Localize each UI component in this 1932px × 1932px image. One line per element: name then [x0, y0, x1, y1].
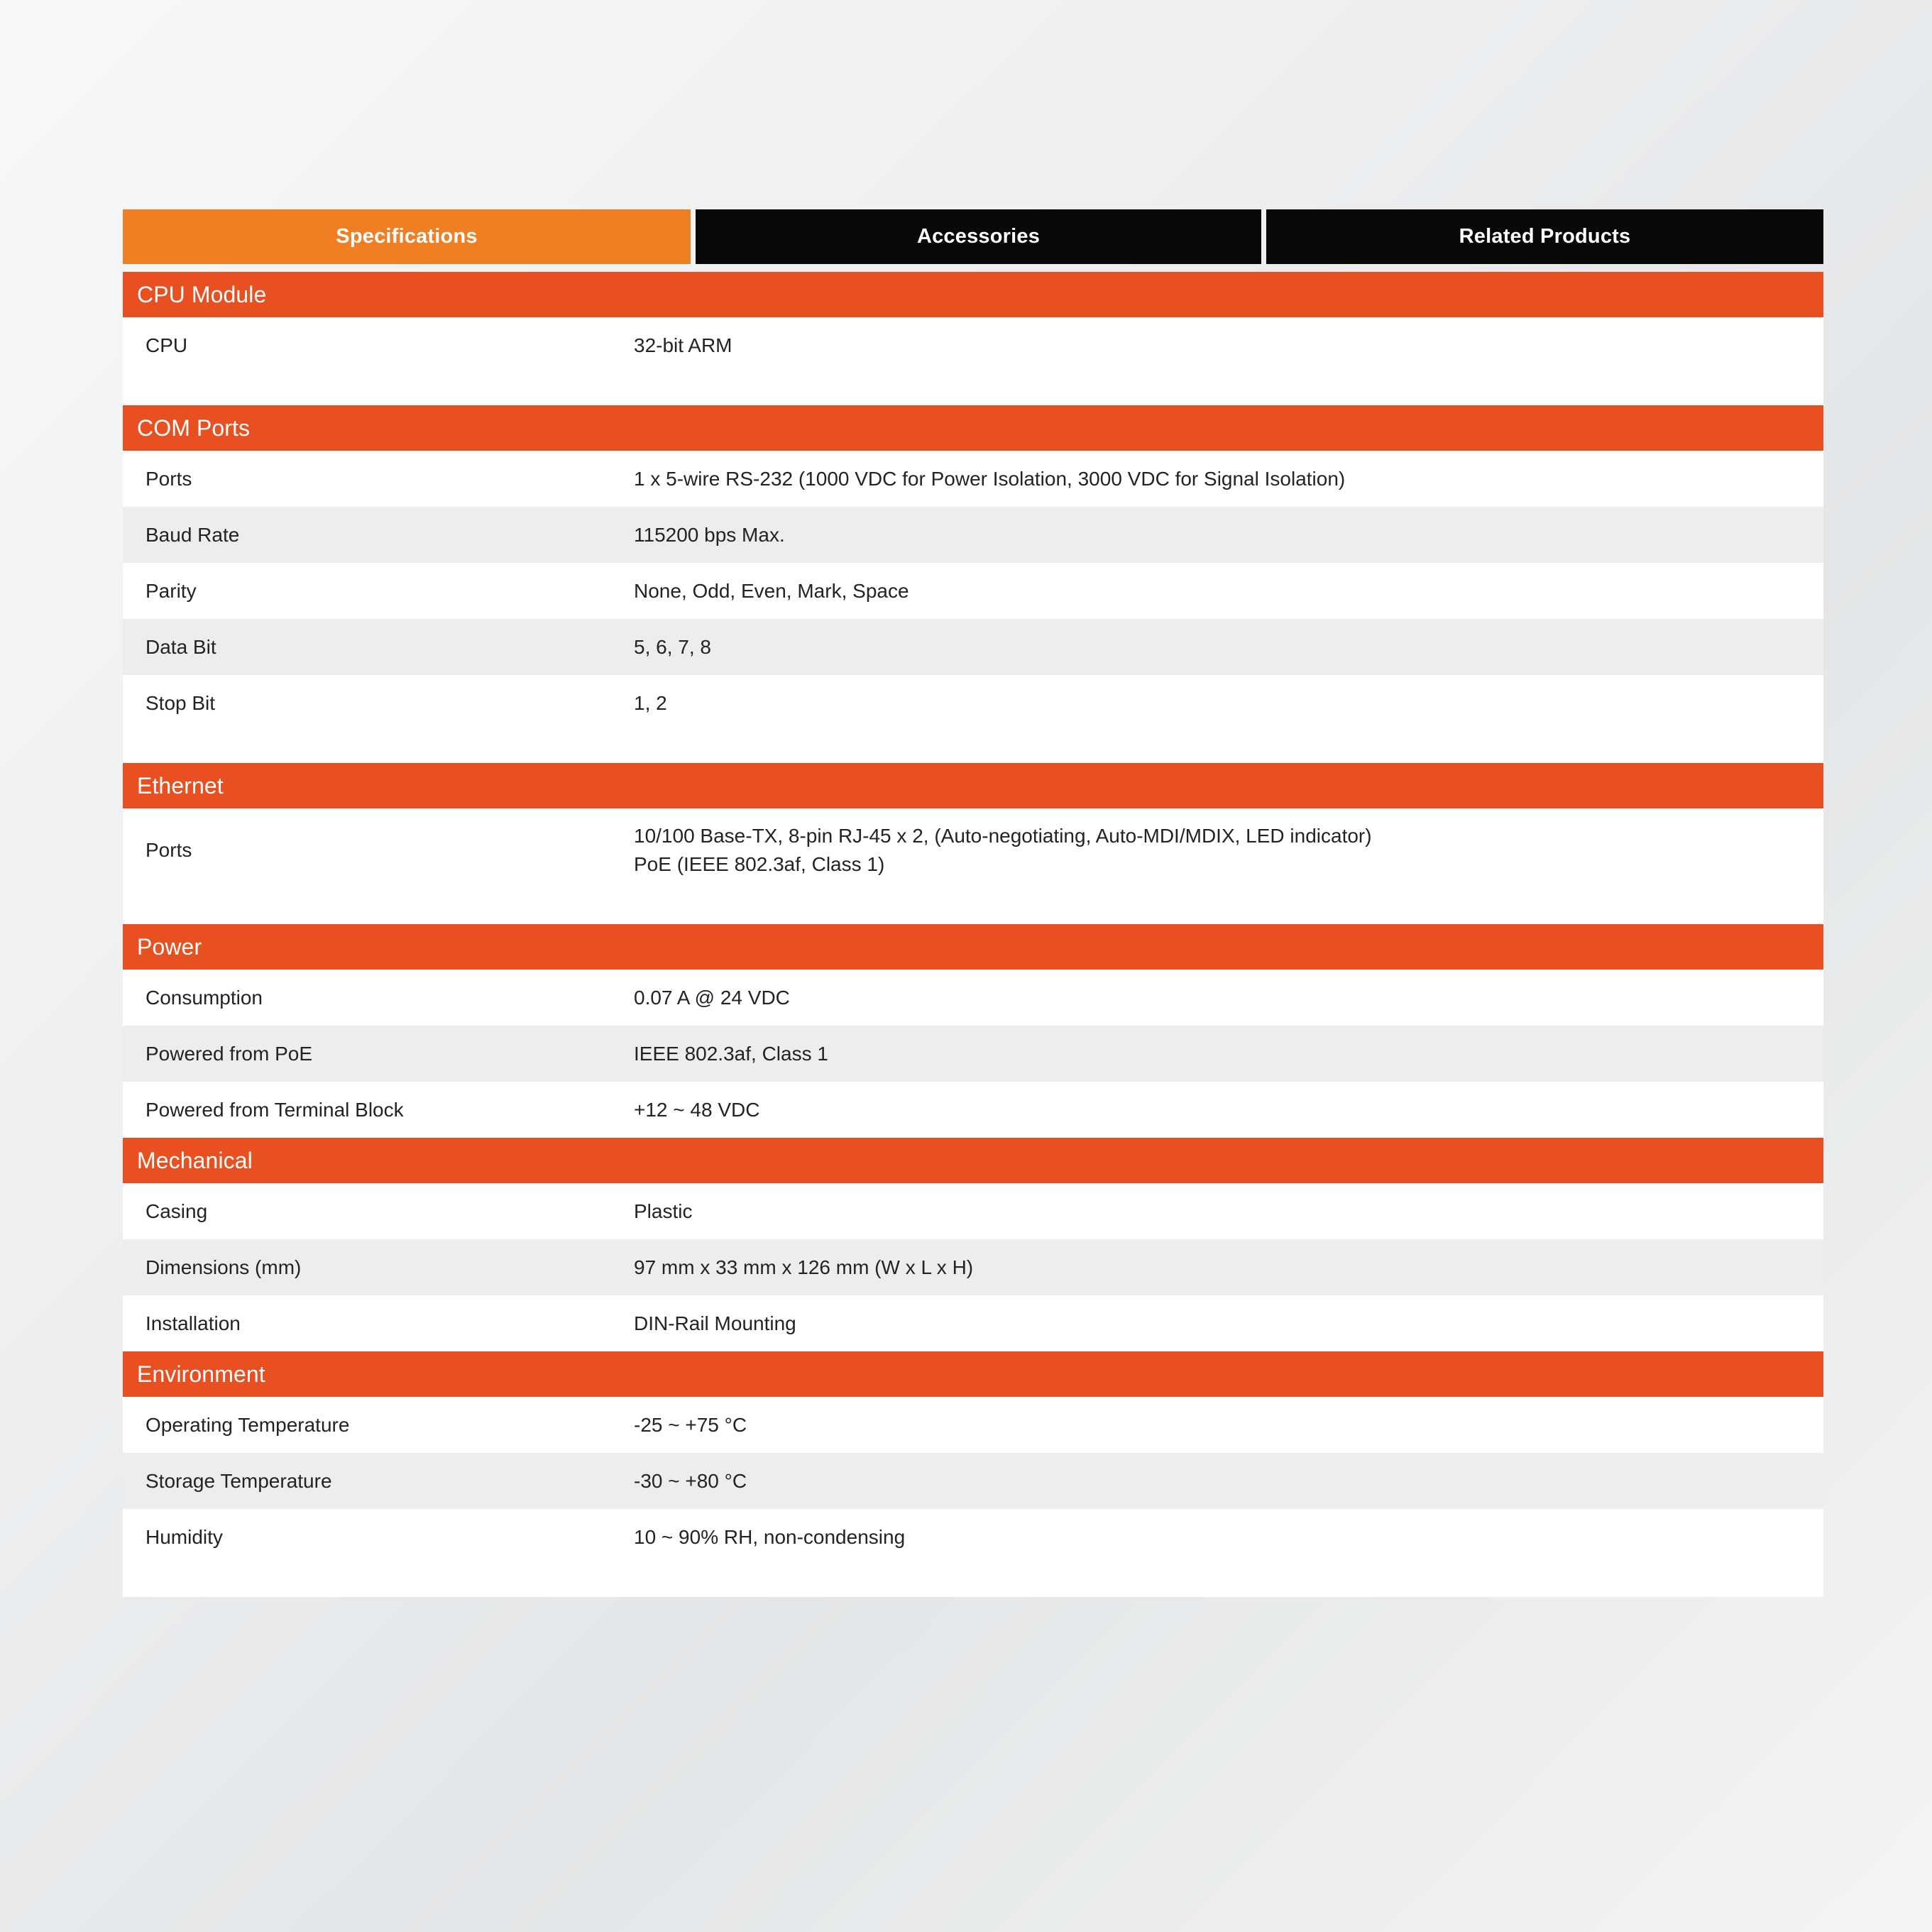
section-rows: CPU 32-bit ARM	[123, 317, 1823, 405]
section-rows: Ports 1 x 5-wire RS-232 (1000 VDC for Pow…	[123, 451, 1823, 763]
spec-section: COM Ports Ports 1 x 5-wire RS-232 (1000 VD…	[123, 405, 1823, 763]
spec-section: CPU Module CPU 32-bit ARM	[123, 272, 1823, 405]
spec-row: Powered from Terminal Block +12 ~ 48 VDC	[123, 1082, 1823, 1138]
tab-related-products[interactable]: Related Products	[1266, 209, 1823, 264]
section-rows: Ports 10/100 Base-TX, 8-pin RJ-45 x 2, (A…	[123, 808, 1823, 924]
spec-row-value: -25 ~ +75 °C	[634, 1413, 747, 1436]
spec-row-label: Parity	[146, 579, 197, 602]
spec-row: Operating Temperature -25 ~ +75 °C	[123, 1397, 1823, 1453]
section-header: CPU Module	[123, 272, 1823, 317]
spec-section: Ethernet Ports 10/100 Base-TX, 8-pin RJ-45…	[123, 763, 1823, 924]
spec-row: Dimensions (mm) 97 mm x 33 mm x 126 mm (W…	[123, 1239, 1823, 1295]
section-rows: Operating Temperature -25 ~ +75 °C Storage…	[123, 1397, 1823, 1597]
spec-row-label: Humidity	[146, 1525, 223, 1548]
section-spacer	[123, 892, 1823, 924]
tab-accessories[interactable]: Accessories	[696, 209, 1261, 264]
spec-row-value: 1, 2	[634, 691, 667, 714]
spec-row: Powered from PoE IEEE 802.3af, Class 1	[123, 1026, 1823, 1082]
spec-row-value: Plastic	[634, 1200, 693, 1222]
spec-sections: CPU Module CPU 32-bit ARM COM Ports Ports 1 x…	[123, 272, 1823, 1597]
spec-row-value: 10 ~ 90% RH, non-condensing	[634, 1525, 906, 1548]
section-rows: Consumption 0.07 A @ 24 VDC Powered from P…	[123, 970, 1823, 1138]
section-spacer	[123, 731, 1823, 763]
spec-row-label: Powered from Terminal Block	[146, 1098, 404, 1121]
spec-row-label: Dimensions (mm)	[146, 1256, 302, 1278]
spec-row-value: 97 mm x 33 mm x 126 mm (W x L x H)	[634, 1256, 974, 1278]
spec-row-label: Operating Temperature	[146, 1413, 350, 1436]
spec-row-label: Consumption	[146, 986, 263, 1009]
section-header: Ethernet	[123, 763, 1823, 808]
spec-row: CPU 32-bit ARM	[123, 317, 1823, 373]
spec-row-label: Storage Temperature	[146, 1469, 332, 1492]
tab-bar: Specifications Accessories Related Produ…	[123, 209, 1823, 264]
spec-row: Consumption 0.07 A @ 24 VDC	[123, 970, 1823, 1026]
spec-row-label: Stop Bit	[146, 691, 216, 714]
section-spacer	[123, 373, 1823, 405]
spec-section: Mechanical Casing Plastic Dimensions (mm) 97…	[123, 1138, 1823, 1351]
spec-row-value: 1 x 5-wire RS-232 (1000 VDC for Power Is…	[634, 467, 1346, 490]
spec-row-label: Ports	[146, 839, 192, 862]
specifications-panel: Specifications Accessories Related Produ…	[123, 209, 1823, 1597]
spec-row: Stop Bit 1, 2	[123, 675, 1823, 731]
spec-row: Humidity 10 ~ 90% RH, non-condensing	[123, 1509, 1823, 1565]
spec-row-value: 32-bit ARM	[634, 334, 732, 356]
spec-row: Data Bit 5, 6, 7, 8	[123, 619, 1823, 675]
spec-section: Power Consumption 0.07 A @ 24 VDC Powered f…	[123, 924, 1823, 1138]
spec-row-label: Powered from PoE	[146, 1042, 312, 1065]
spec-row-value: IEEE 802.3af, Class 1	[634, 1042, 828, 1065]
spec-section: Environment Operating Temperature -25 ~ +7…	[123, 1351, 1823, 1597]
spec-row-label: Casing	[146, 1200, 208, 1222]
spec-row-value: +12 ~ 48 VDC	[634, 1098, 760, 1121]
spec-row: Ports 1 x 5-wire RS-232 (1000 VDC for Pow…	[123, 451, 1823, 507]
spec-row: Parity None, Odd, Even, Mark, Space	[123, 563, 1823, 619]
section-header: Mechanical	[123, 1138, 1823, 1183]
section-spacer	[123, 1565, 1823, 1597]
spec-row-label: Baud Rate	[146, 523, 240, 546]
section-rows: Casing Plastic Dimensions (mm) 97 mm x 33 m…	[123, 1183, 1823, 1351]
section-header: Environment	[123, 1351, 1823, 1397]
spec-row-label: Ports	[146, 467, 192, 490]
tab-accessories-label: Accessories	[916, 225, 1041, 248]
spec-row-value: 10/100 Base-TX, 8-pin RJ-45 x 2, (Auto-n…	[634, 825, 1372, 875]
tab-related-products-label: Related Products	[1459, 225, 1631, 248]
spec-row-value: 0.07 A @ 24 VDC	[634, 986, 790, 1009]
spec-row-label: Installation	[146, 1312, 241, 1334]
spec-row-value: DIN-Rail Mounting	[634, 1312, 796, 1334]
section-header: COM Ports	[123, 405, 1823, 451]
spec-row-label: Data Bit	[146, 635, 216, 658]
section-header: Power	[123, 924, 1823, 970]
tab-specifications-label: Specifications	[336, 225, 478, 248]
spec-row-value: 115200 bps Max.	[634, 523, 785, 546]
spec-row: Installation DIN-Rail Mounting	[123, 1295, 1823, 1351]
tab-specifications[interactable]: Specifications	[123, 209, 691, 264]
spec-row-label: CPU	[146, 334, 188, 356]
spec-row: Storage Temperature -30 ~ +80 °C	[123, 1453, 1823, 1509]
spec-row: Ports 10/100 Base-TX, 8-pin RJ-45 x 2, (A…	[123, 808, 1823, 892]
spec-row-value: None, Odd, Even, Mark, Space	[634, 579, 909, 602]
spec-row: Casing Plastic	[123, 1183, 1823, 1239]
spec-row: Baud Rate 115200 bps Max.	[123, 507, 1823, 563]
spec-row-value: 5, 6, 7, 8	[634, 635, 711, 658]
spec-row-value: -30 ~ +80 °C	[634, 1469, 747, 1492]
